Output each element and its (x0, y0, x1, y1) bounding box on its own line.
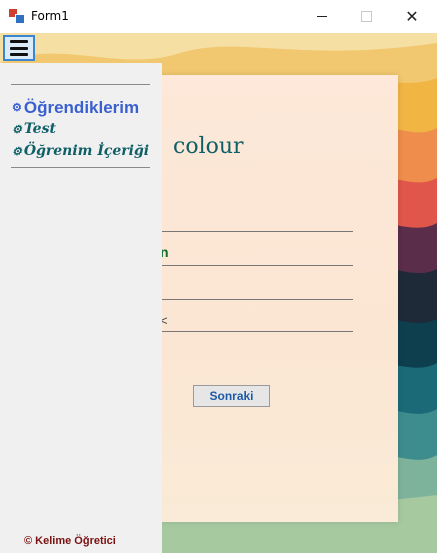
minimize-icon (317, 16, 327, 17)
close-icon: ✕ (405, 6, 419, 26)
sidebar-separator-top (11, 84, 150, 85)
field-underline-1 (160, 231, 353, 232)
close-button[interactable]: ✕ (389, 0, 435, 33)
field-underline-3 (160, 299, 353, 300)
gear-icon: ⚙ (12, 144, 22, 158)
window-title: Form1 (31, 9, 69, 23)
app-icon (9, 9, 25, 24)
field-underline-2 (160, 265, 353, 266)
gear-icon: ⚙ (12, 101, 22, 114)
hamburger-icon (10, 40, 28, 56)
copyright-footer: © Kelime Öğretici (24, 535, 116, 547)
sidebar-separator-bottom (11, 167, 150, 168)
maximize-icon (360, 11, 372, 22)
menu-toggle-button[interactable] (3, 35, 35, 61)
title-bar: Form1 ✕ (0, 0, 437, 33)
gear-icon: ⚙ (12, 122, 22, 136)
maximize-button[interactable] (343, 0, 389, 33)
sidebar-item-ogrendiklerim[interactable]: ⚙ Öğrendiklerim (12, 98, 139, 118)
sidebar-item-test[interactable]: ⚙ Test (12, 121, 56, 137)
sidebar-item-label: Öğrenim İçeriği (23, 143, 150, 159)
sidebar-item-ogrenim-icerigi[interactable]: ⚙ Öğrenim İçeriği (12, 143, 149, 159)
minimize-button[interactable] (299, 0, 345, 33)
sidebar-item-label: Öğrendiklerim (23, 98, 140, 117)
sidebar-item-label: Test (23, 121, 56, 137)
word-label: colour (173, 134, 244, 159)
field-underline-4 (160, 331, 353, 332)
next-button[interactable]: Sonraki (193, 385, 270, 407)
